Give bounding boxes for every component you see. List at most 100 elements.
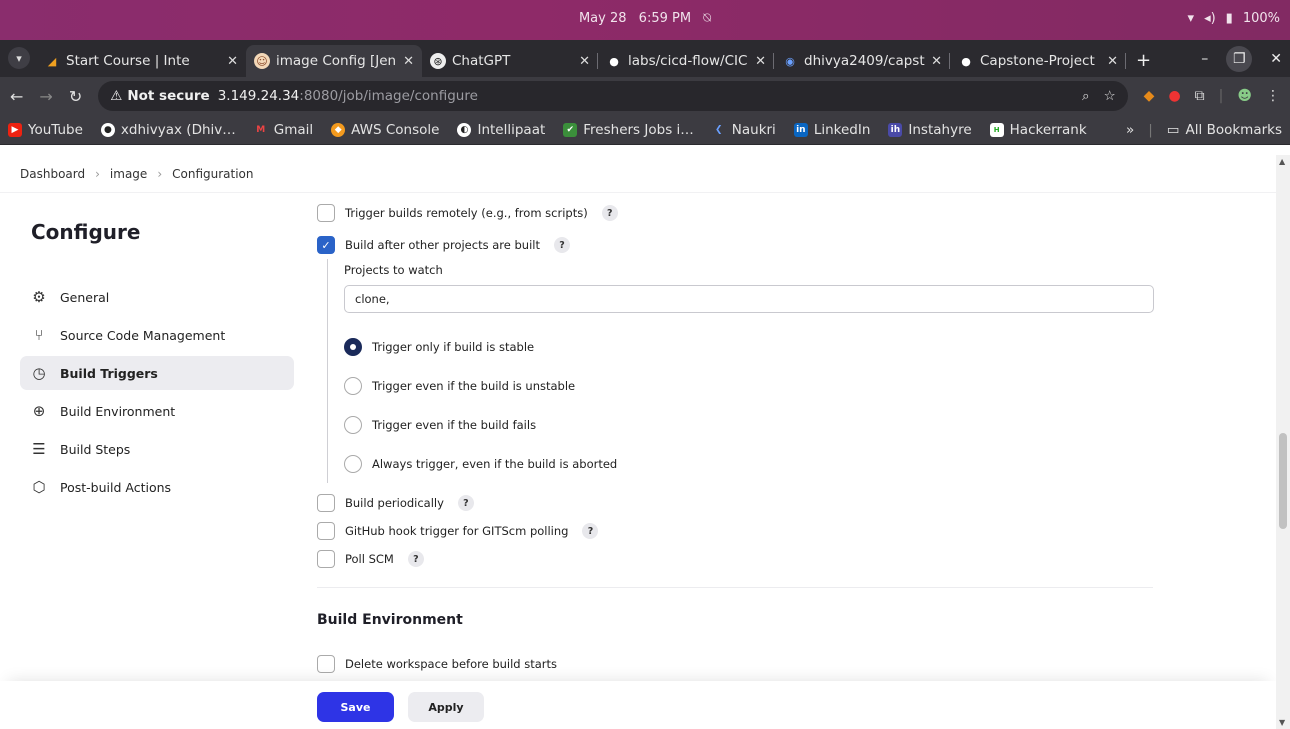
zoom-icon[interactable]: ⌕ xyxy=(1082,88,1090,104)
tab-label: labs/cicd-flow/CIC xyxy=(628,53,748,69)
bookmark-intellipaat[interactable]: ◐ Intellipaat xyxy=(457,122,545,138)
sidebar-item-source-code-management[interactable]: ⑂ Source Code Management xyxy=(20,318,294,352)
sidebar-item-post-build-actions[interactable]: ⬡ Post-build Actions xyxy=(20,470,294,504)
sidebar-item-build-triggers[interactable]: ◷ Build Triggers xyxy=(20,356,294,390)
help-icon[interactable]: ? xyxy=(457,495,474,511)
radio-button[interactable] xyxy=(344,337,362,356)
tab-labs-cicd[interactable]: ● labs/cicd-flow/CIC ✕ xyxy=(598,45,774,77)
jenkins-page: Dashboard › image › Configuration Config… xyxy=(0,155,1290,729)
bookmark-linkedin[interactable]: in LinkedIn xyxy=(793,122,870,138)
extensions-puzzle-icon[interactable]: ⧉ xyxy=(1195,88,1205,104)
delete-workspace-label[interactable]: Delete workspace before build starts xyxy=(345,657,557,671)
build-after-label[interactable]: Build after other projects are built xyxy=(345,238,540,252)
close-icon[interactable]: ✕ xyxy=(227,54,238,69)
build-periodically-checkbox[interactable] xyxy=(317,494,335,512)
restore-icon[interactable]: ❐ xyxy=(1226,46,1253,72)
radio-option-stable[interactable]: Trigger only if build is stable xyxy=(344,327,1157,366)
trigger-remote-checkbox[interactable] xyxy=(317,204,335,222)
projects-to-watch-label: Projects to watch xyxy=(344,263,443,277)
breadcrumb-image[interactable]: image xyxy=(110,167,147,181)
window-close-icon[interactable]: ✕ xyxy=(1270,51,1282,67)
profile-avatar-icon[interactable]: ☻ xyxy=(1237,88,1252,104)
battery-level: 100% xyxy=(1242,11,1280,26)
poll-scm-label[interactable]: Poll SCM xyxy=(345,552,394,566)
radio-option-unstable[interactable]: Trigger even if the build is unstable xyxy=(344,366,1157,405)
jenkins-favicon-icon: ☺ xyxy=(254,53,270,69)
scrollbar-thumb[interactable] xyxy=(1279,433,1287,529)
address-bar[interactable]: ⚠ Not secure 3.149.24.34:8080/job/image/… xyxy=(98,81,1128,111)
bookmark-gmail[interactable]: M Gmail xyxy=(254,122,313,138)
sidebar-item-build-environment[interactable]: ⊕ Build Environment xyxy=(20,394,294,428)
scroll-down-icon[interactable]: ▼ xyxy=(1279,718,1285,727)
help-icon[interactable]: ? xyxy=(582,523,599,539)
os-time: 6:59 PM xyxy=(638,11,692,26)
close-icon[interactable]: ✕ xyxy=(403,54,414,69)
bookmark-youtube[interactable]: ▶ YouTube xyxy=(8,122,83,138)
github-icon: ● xyxy=(100,122,115,137)
os-clock[interactable]: May 28 6:59 PM ⍉ xyxy=(0,11,1290,26)
os-system-tray[interactable]: ▾ ◂) ▮ 100% xyxy=(1188,11,1280,26)
folder-icon: ▭ xyxy=(1166,121,1180,138)
build-periodically-label[interactable]: Build periodically xyxy=(345,496,444,510)
radio-option-aborted[interactable]: Always trigger, even if the build is abo… xyxy=(344,444,1157,483)
new-tab-icon[interactable]: + xyxy=(1126,50,1161,77)
site-security-chip[interactable]: ⚠ Not secure xyxy=(110,88,209,104)
tab-image-config[interactable]: ☺ image Config [Jen ✕ xyxy=(246,45,422,77)
tab-search-icon[interactable]: ▾ xyxy=(8,47,30,69)
close-icon[interactable]: ✕ xyxy=(579,54,590,69)
breadcrumb-configuration[interactable]: Configuration xyxy=(172,167,253,181)
browser-menu-icon[interactable]: ⋮ xyxy=(1266,88,1280,104)
help-icon[interactable]: ? xyxy=(407,551,424,567)
os-top-bar: May 28 6:59 PM ⍉ ▾ ◂) ▮ 100% xyxy=(0,0,1290,40)
github-favicon-icon: ● xyxy=(609,54,619,68)
bookmark-instahyre[interactable]: ih Instahyre xyxy=(888,122,972,138)
radio-button[interactable] xyxy=(344,376,362,395)
tab-dhivya-capstone[interactable]: ◉ dhivya2409/capst ✕ xyxy=(774,45,950,77)
bookmark-freshers[interactable]: ✔ Freshers Jobs i… xyxy=(563,122,694,138)
tab-capstone-project[interactable]: ● Capstone-Project ✕ xyxy=(950,45,1126,77)
help-icon[interactable]: ? xyxy=(553,237,570,253)
bookmark-hackerrank[interactable]: H Hackerrank xyxy=(989,122,1087,138)
back-icon[interactable]: ← xyxy=(10,87,23,106)
projects-to-watch-input[interactable]: clone, xyxy=(344,285,1154,313)
delete-workspace-checkbox[interactable] xyxy=(317,655,335,673)
save-button[interactable]: Save xyxy=(317,692,394,722)
page-scrollbar[interactable]: ▲ ▼ xyxy=(1276,155,1290,729)
adblock-extension-icon[interactable]: ● xyxy=(1168,88,1180,104)
branch-icon: ⑂ xyxy=(34,326,44,344)
radio-button[interactable] xyxy=(344,415,362,434)
build-after-checkbox[interactable]: ✓ xyxy=(317,236,335,254)
url-host: 3.149.24.34 xyxy=(217,88,300,104)
tab-start-course[interactable]: ◢ Start Course | Inte ✕ xyxy=(36,45,246,77)
minimize-icon[interactable]: – xyxy=(1201,51,1208,67)
bookmark-star-icon[interactable]: ☆ xyxy=(1104,88,1116,104)
breadcrumb-dashboard[interactable]: Dashboard xyxy=(20,167,85,181)
apply-button[interactable]: Apply xyxy=(408,692,484,722)
trigger-remote-label[interactable]: Trigger builds remotely (e.g., from scri… xyxy=(345,206,588,220)
extension-icon[interactable]: ◆ xyxy=(1144,88,1155,104)
chatgpt-favicon-icon: ⊛ xyxy=(430,53,446,69)
github-favicon-icon: ● xyxy=(961,54,971,68)
bookmark-github[interactable]: ● xdhivyax (Dhiv… xyxy=(100,122,236,138)
github-hook-checkbox[interactable] xyxy=(317,522,335,540)
radio-option-fails[interactable]: Trigger even if the build fails xyxy=(344,405,1157,444)
scroll-up-icon[interactable]: ▲ xyxy=(1279,157,1285,166)
security-label: Not secure xyxy=(127,88,210,104)
instahyre-icon: ih xyxy=(888,122,903,137)
bookmark-naukri[interactable]: ❮ Naukri xyxy=(712,122,776,138)
github-hook-label[interactable]: GitHub hook trigger for GITScm polling xyxy=(345,524,568,538)
sidebar-item-build-steps[interactable]: ☰ Build Steps xyxy=(20,432,294,466)
close-icon[interactable]: ✕ xyxy=(1107,54,1118,69)
tab-chatgpt[interactable]: ⊛ ChatGPT ✕ xyxy=(422,45,598,77)
reload-icon[interactable]: ↻ xyxy=(69,87,82,106)
poll-scm-checkbox[interactable] xyxy=(317,550,335,568)
more-bookmarks-icon[interactable]: » xyxy=(1126,122,1134,138)
sidebar-item-general[interactable]: ⚙ General xyxy=(20,280,294,314)
forward-icon[interactable]: → xyxy=(39,87,52,106)
close-icon[interactable]: ✕ xyxy=(755,54,766,69)
radio-button[interactable] xyxy=(344,454,362,473)
close-icon[interactable]: ✕ xyxy=(931,54,942,69)
all-bookmarks-button[interactable]: ▭ All Bookmarks xyxy=(1167,122,1282,138)
help-icon[interactable]: ? xyxy=(601,205,618,221)
bookmark-aws[interactable]: ◆ AWS Console xyxy=(331,122,439,138)
